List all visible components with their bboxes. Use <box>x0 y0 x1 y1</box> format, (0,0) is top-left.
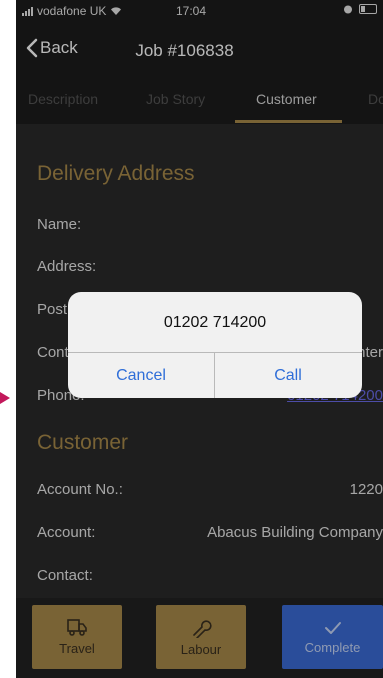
pointer-arrow <box>0 392 10 404</box>
phone-screen: vodafone UK 17:04 Back Job #106838 Descr… <box>16 0 383 678</box>
call-button[interactable]: Call <box>215 353 361 398</box>
dialog-phone-number: 01202 714200 <box>163 314 267 331</box>
call-dialog: 01202 714200 Cancel Call <box>68 292 362 398</box>
cancel-button[interactable]: Cancel <box>68 353 214 398</box>
